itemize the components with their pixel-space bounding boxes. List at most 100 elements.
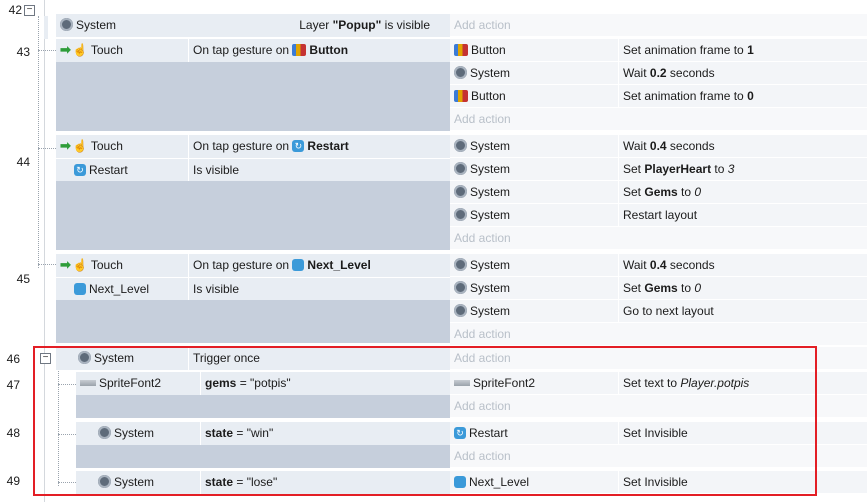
action-text[interactable]: Set text to Player.potpis	[618, 372, 867, 395]
condition-object[interactable]: Next_Level	[56, 277, 188, 300]
condition-text[interactable]: gems = "potpis"	[200, 372, 450, 395]
condition-object[interactable]: ➡ ☝ Touch	[56, 39, 188, 62]
button-sprite-icon	[292, 43, 307, 56]
event-number: 48	[6, 426, 20, 440]
add-action-link[interactable]: Add action	[450, 395, 867, 418]
action-text[interactable]: Set PlayerHeart to 3	[618, 158, 867, 181]
next-level-button-icon	[292, 258, 305, 271]
tree-line	[38, 264, 56, 265]
button-sprite-icon	[454, 89, 468, 102]
add-action-link[interactable]: Add action	[450, 347, 867, 370]
system-gear-icon	[454, 162, 467, 176]
event-number: 45	[16, 272, 30, 286]
event-number: 42	[8, 3, 22, 17]
condition-text[interactable]: state = "lose"	[200, 471, 450, 494]
tree-line	[58, 434, 76, 435]
event-number: 46	[6, 352, 20, 366]
event-number: 43	[16, 45, 30, 59]
system-gear-icon	[454, 185, 467, 199]
tree-line	[38, 16, 39, 268]
action-object[interactable]: System	[450, 135, 618, 158]
tree-line	[58, 368, 59, 486]
condition-object[interactable]: System	[76, 471, 200, 494]
touch-hand-icon: ☝	[72, 138, 88, 153]
system-gear-icon	[60, 18, 73, 32]
action-text[interactable]: Set Invisible	[618, 422, 867, 445]
condition-object[interactable]: ➡ ☝ Touch	[56, 135, 188, 158]
action-object[interactable]: System	[450, 62, 618, 85]
action-text[interactable]: Wait 0.2 seconds	[618, 62, 867, 85]
condition-object[interactable]: SpriteFont2	[76, 372, 200, 395]
add-action-link[interactable]: Add action	[450, 14, 867, 37]
event-number: 44	[16, 155, 30, 169]
system-gear-icon	[454, 66, 467, 80]
action-object[interactable]: Button	[450, 85, 618, 108]
system-gear-icon	[98, 426, 111, 440]
action-text[interactable]: Set Invisible	[618, 471, 867, 494]
action-text[interactable]: Wait 0.4 seconds	[618, 254, 867, 277]
trigger-arrow-icon: ➡	[60, 257, 71, 272]
condition-object[interactable]: System	[56, 14, 188, 37]
condition-text[interactable]: Trigger once	[188, 347, 450, 370]
system-gear-icon	[454, 281, 467, 295]
spritefont-icon	[80, 379, 96, 386]
action-object[interactable]: SpriteFont2	[450, 372, 618, 395]
add-action-link[interactable]: Add action	[450, 445, 867, 468]
action-object[interactable]: System	[450, 158, 618, 181]
system-gear-icon	[454, 208, 467, 222]
tree-line	[38, 148, 56, 149]
add-action-link[interactable]: Add action	[450, 323, 867, 346]
restart-button-icon: ↻	[74, 163, 86, 176]
add-action-link[interactable]: Add action	[450, 227, 867, 250]
trigger-arrow-icon: ➡	[60, 138, 71, 153]
system-gear-icon	[454, 258, 467, 272]
system-gear-icon	[78, 351, 91, 365]
condition-text[interactable]: On tap gesture on Button	[188, 39, 450, 62]
condition-text[interactable]: On tap gesture on ↻ Restart	[188, 135, 450, 158]
condition-text[interactable]: On tap gesture on Next_Level	[188, 254, 450, 277]
action-object[interactable]: System	[450, 277, 618, 300]
system-gear-icon	[98, 475, 111, 489]
action-object[interactable]: System	[450, 254, 618, 277]
trigger-arrow-icon: ➡	[60, 42, 71, 57]
condition-text[interactable]: Is visible	[188, 158, 450, 181]
touch-hand-icon: ☝	[72, 257, 88, 272]
action-text[interactable]: Set animation frame to 0	[618, 85, 867, 108]
system-gear-icon	[454, 139, 467, 153]
condition-object[interactable]: ➡ ☝ Touch	[56, 254, 188, 277]
system-gear-icon	[454, 304, 467, 318]
action-text[interactable]: Set animation frame to 1	[618, 39, 867, 62]
tree-line	[38, 50, 56, 51]
action-text[interactable]: Set Gems to 0	[618, 277, 867, 300]
condition-object[interactable]: System	[56, 347, 188, 370]
action-object[interactable]: System	[450, 300, 618, 323]
action-object[interactable]: System	[450, 181, 618, 204]
event-number: 49	[6, 474, 20, 488]
condition-object[interactable]: ↻ Restart	[56, 158, 188, 181]
condition-text[interactable]: Layer "Popup" is visible	[188, 14, 450, 37]
touch-hand-icon: ☝	[72, 42, 88, 57]
add-action-link[interactable]: Add action	[450, 108, 867, 131]
condition-object[interactable]: System	[76, 422, 200, 445]
action-text[interactable]: Wait 0.4 seconds	[618, 135, 867, 158]
condition-text[interactable]: Is visible	[188, 277, 450, 300]
action-text[interactable]: Set Gems to 0	[618, 181, 867, 204]
restart-button-icon: ↻	[454, 426, 466, 439]
action-object[interactable]: Button	[450, 39, 618, 62]
next-level-button-icon	[74, 282, 86, 295]
spritefont-icon	[454, 379, 470, 386]
action-object[interactable]: Next_Level	[450, 471, 618, 494]
restart-button-icon: ↻	[292, 139, 305, 152]
button-sprite-icon	[454, 43, 468, 56]
collapse-toggle-icon[interactable]: −	[24, 5, 35, 16]
condition-text[interactable]: state = "win"	[200, 422, 450, 445]
action-object[interactable]: System	[450, 204, 618, 227]
action-text[interactable]: Restart layout	[618, 204, 867, 227]
next-level-button-icon	[454, 475, 466, 488]
collapse-toggle-icon[interactable]: −	[40, 353, 51, 364]
action-text[interactable]: Go to next layout	[618, 300, 867, 323]
tree-line	[58, 482, 76, 483]
event-number: 47	[6, 378, 20, 392]
tree-line	[58, 384, 76, 385]
action-object[interactable]: ↻ Restart	[450, 422, 618, 445]
